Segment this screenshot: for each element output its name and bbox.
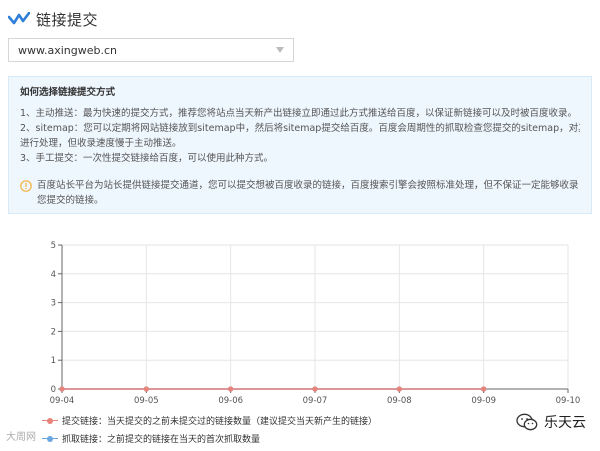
watermark-right-text: 乐天云 bbox=[544, 415, 586, 431]
x-tick-label: 09-05 bbox=[134, 396, 159, 405]
series-point-0 bbox=[59, 386, 65, 392]
y-tick-label: 1 bbox=[51, 356, 56, 366]
site-select-value: www.axingweb.cn bbox=[18, 43, 117, 57]
x-tick-label: 09-08 bbox=[387, 396, 412, 405]
x-tick-label: 09-07 bbox=[303, 396, 328, 405]
series-point-0 bbox=[481, 386, 487, 392]
legend-label-submit: 提交链接：当天提交的之前未提交过的链接数量（建议提交当天新产生的链接） bbox=[62, 417, 378, 427]
wechat-icon bbox=[516, 413, 538, 431]
y-tick-label: 0 bbox=[51, 385, 56, 395]
guide-line-sitemap-cont: 进行处理，但收录速度慢于主动推送。 bbox=[20, 138, 182, 149]
site-select-dropdown[interactable]: www.axingweb.cn bbox=[8, 38, 294, 62]
y-tick-label: 3 bbox=[51, 299, 56, 309]
y-tick-label: 4 bbox=[51, 270, 56, 280]
page-header: 链接提交 bbox=[8, 8, 98, 30]
y-tick-label: 2 bbox=[51, 327, 56, 337]
page-title: 链接提交 bbox=[36, 10, 99, 29]
legend-marker-submit bbox=[42, 417, 58, 424]
y-tick-label: 5 bbox=[51, 241, 56, 251]
guide-note-text: 百度站长平台为站长提供链接提交通道，您可以提交想被百度收录的链接，百度搜索引擎会… bbox=[37, 180, 579, 206]
chevron-down-icon bbox=[276, 47, 284, 53]
legend-item-submit[interactable]: 提交链接：当天提交的之前未提交过的链接数量（建议提交当天新产生的链接） bbox=[42, 414, 377, 427]
series-point-0 bbox=[143, 386, 149, 392]
guide-line-sitemap: 2、sitemap：您可以定期将网站链接放到sitemap中，然后将sitema… bbox=[20, 123, 580, 134]
series-point-0 bbox=[228, 386, 234, 392]
legend-marker-crawl bbox=[42, 435, 58, 442]
guide-note: 百度站长平台为站长提供链接提交通道，您可以提交想被百度收录的链接，百度搜索引擎会… bbox=[20, 178, 580, 208]
watermark-left: 大周网 bbox=[6, 432, 36, 443]
guide-line-manual: 3、手工提交：一次性提交链接给百度，可以使用此种方式。 bbox=[20, 153, 274, 164]
x-tick-label: 09-04 bbox=[50, 396, 75, 405]
warning-icon bbox=[20, 180, 32, 192]
watermark-right: 乐天云 bbox=[516, 412, 586, 432]
series-point-0 bbox=[312, 386, 318, 392]
submission-guide-panel: 如何选择链接提交方式 1、主动推送：最为快速的提交方式，推荐您将站点当天新产出链… bbox=[8, 76, 592, 214]
series-point-0 bbox=[396, 386, 402, 392]
chart-svg: 0 1 2 3 4 5 09-04 09-05 09-06 09-07 09-08 09-09 09-1… bbox=[50, 241, 581, 405]
baidu-checkmark-logo-icon bbox=[8, 12, 30, 25]
x-tick-label: 09-09 bbox=[471, 396, 496, 405]
legend-item-crawl[interactable]: 抓取链接：之前提交的链接在当天的首次抓取数量 bbox=[42, 432, 260, 445]
legend-label-crawl: 抓取链接：之前提交的链接在当天的首次抓取数量 bbox=[62, 435, 261, 445]
x-tick-label: 09-06 bbox=[218, 396, 243, 405]
guide-line-active-push: 1、主动推送：最为快速的提交方式，推荐您将站点当天新产出链接立即通过此方式推送给… bbox=[20, 108, 578, 119]
x-tick-label: 09-10 bbox=[556, 396, 581, 405]
guide-title: 如何选择链接提交方式 bbox=[20, 87, 116, 98]
